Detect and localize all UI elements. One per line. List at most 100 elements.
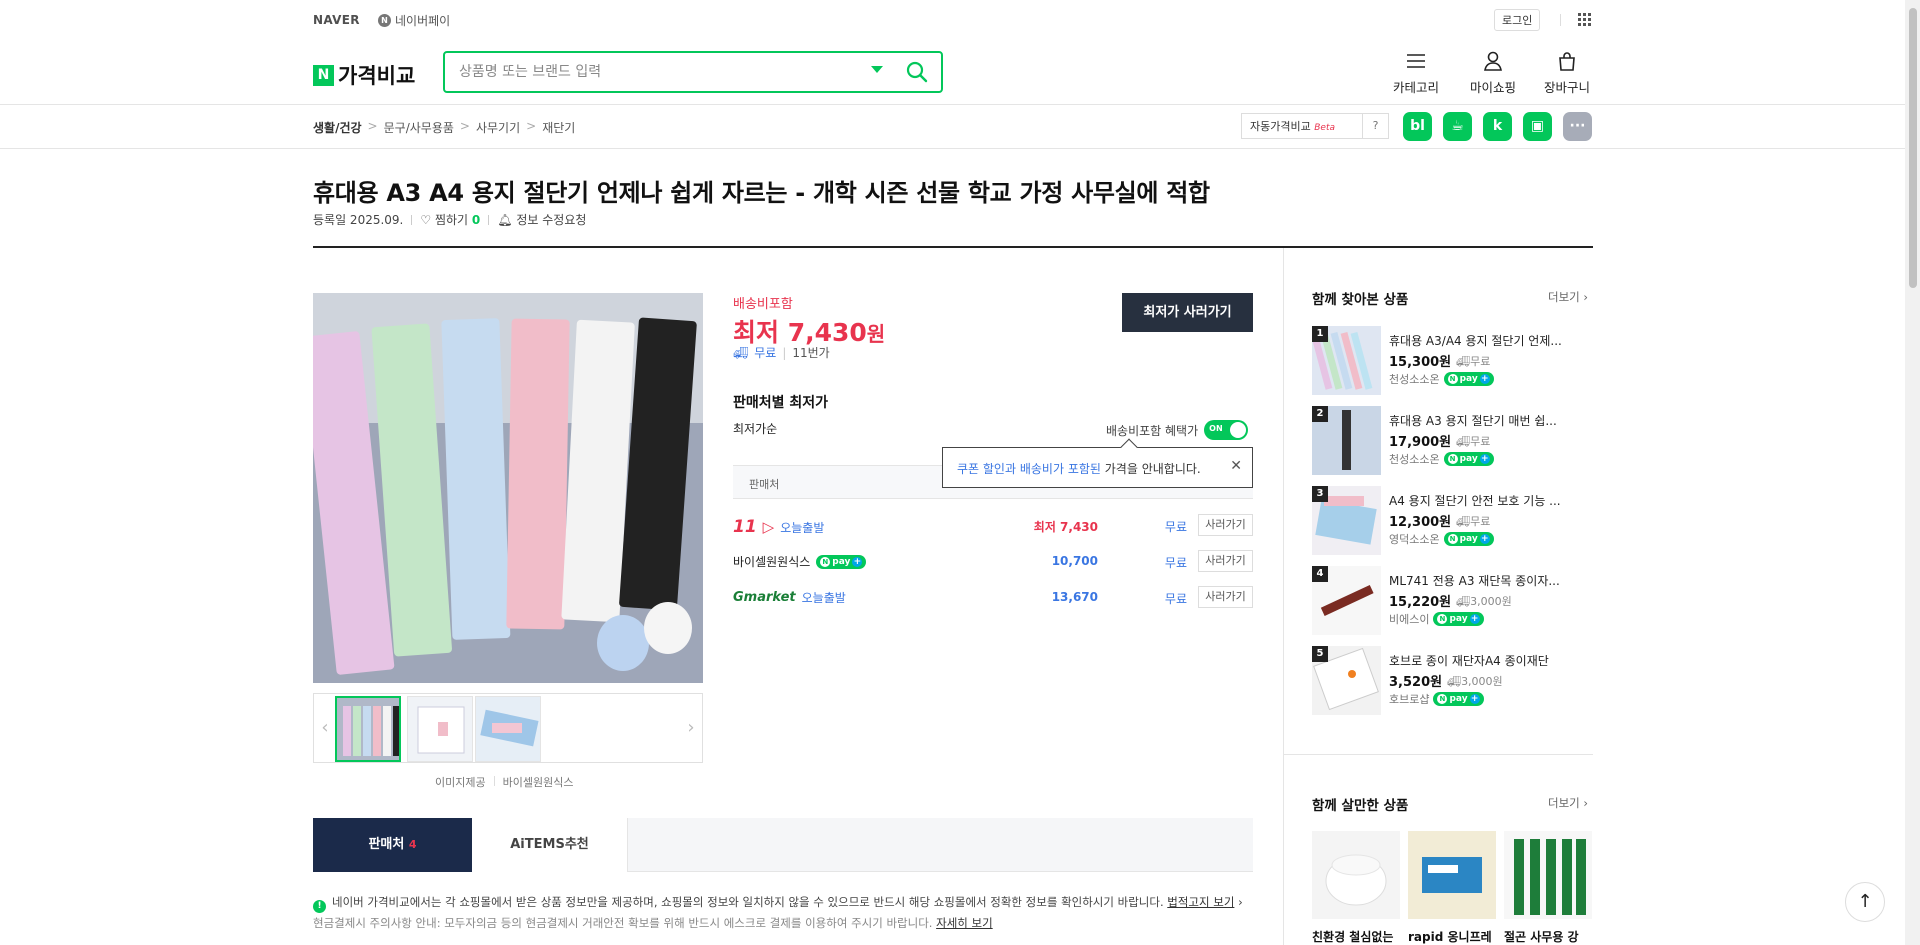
shopping-bag-icon [1559, 52, 1575, 71]
scrollbar[interactable] [1905, 0, 1920, 945]
breadcrumb-separator: > [526, 119, 537, 133]
price-compare-logo[interactable]: N 가격비교 [313, 60, 415, 90]
naverpay-icon: N [378, 14, 391, 27]
product-title: 휴대용 A3 A4 용지 절단기 언제나 쉽게 자르는 - 개학 시즌 선물 학… [313, 179, 1210, 207]
product-main-image[interactable] [313, 293, 703, 683]
related-product[interactable]: 1 휴대용 A3/A4 용지 절단기 언제... 15,300원 🚚︎무료 천성소… [1312, 326, 1602, 396]
naverpay-link[interactable]: N 네이버페이 [378, 12, 450, 29]
benefit-toggle[interactable]: ON [1204, 420, 1249, 440]
more-label: 더보기 [1548, 290, 1580, 304]
buy-button[interactable]: 사러가기 [1198, 514, 1253, 536]
divider [1560, 14, 1561, 26]
thumbnail-2[interactable] [407, 696, 473, 762]
rank-badge: 4 [1312, 566, 1328, 582]
registered-date: 등록일 2025.09. [313, 213, 404, 227]
wish-count: 0 [471, 213, 481, 227]
shipping-value: 3,000원 [1470, 594, 1512, 608]
shipping-info: 🚚︎ 무료 | 11번가 [733, 344, 830, 361]
seller-row[interactable]: 11 ▷ 오늘출발 최저 7,430 무료 사러가기 [733, 508, 1253, 544]
buy-together-product-name[interactable]: 친환경 철심없는 [1312, 928, 1393, 945]
details-link[interactable]: 자세히 보기 [936, 916, 993, 930]
product-meta: 등록일 2025.09. ♡ 찜하기 0 🔔︎ 정보 수정요청 [313, 211, 586, 228]
legal-notice-link[interactable]: 법적고지 보기 [1167, 895, 1234, 909]
menu-icon [1407, 54, 1425, 68]
seller-price: 13,670 [1051, 590, 1098, 604]
divider: | [782, 345, 787, 360]
col-seller: 판매처 [749, 478, 780, 491]
store-name: 비에스이 [1389, 613, 1430, 626]
scroll-top-button[interactable]: ↑ [1845, 882, 1885, 922]
npay-badge: Npay + [816, 554, 867, 569]
tab-sellers[interactable]: 판매처 4 [313, 818, 472, 872]
close-icon[interactable]: ✕ [1230, 458, 1242, 474]
thumbnail-3[interactable] [475, 696, 541, 762]
11st-arrow-icon: ▷ [762, 518, 775, 536]
buy-lowest-button[interactable]: 최저가 사러가기 [1122, 293, 1253, 332]
breadcrumb: 생활/건강 > 문구/사무용품 > 사무기기 > 재단기 [313, 119, 575, 136]
breadcrumb-item[interactable]: 재단기 [542, 119, 575, 136]
store: 천성소소온 Npay + [1389, 451, 1494, 467]
myshopping-button[interactable]: 마이쇼핑 [1470, 50, 1516, 96]
related-product[interactable]: 5 호브로 종이 재단자A4 종이재단 3,520원 🚚︎3,000원 호브로샵 N… [1312, 646, 1602, 716]
breadcrumb-item[interactable]: 문구/사무용품 [384, 119, 454, 136]
thumbnail-1[interactable] [335, 696, 401, 762]
shipping-free: 무료 [754, 346, 777, 360]
store-name: 영덕소소온 [1389, 533, 1440, 546]
related-product[interactable]: 3 A4 용지 절단기 안전 보호 기능 ... 12,300원 🚚︎무료 영덕소… [1312, 486, 1602, 556]
naver-logo[interactable]: NAVER [313, 13, 360, 27]
search-input[interactable] [459, 61, 859, 83]
store: 천성소소온 Npay + [1389, 371, 1494, 387]
breadcrumb-item[interactable]: 사무기기 [476, 119, 520, 136]
share-cafe-icon[interactable]: ☕ [1443, 112, 1472, 141]
tab-sellers-label: 판매처 [368, 837, 405, 852]
buy-together-product-name[interactable]: rapid 옹니프레 [1408, 928, 1492, 945]
next-image-button[interactable]: › [680, 694, 702, 762]
buy-together-product-image[interactable] [1504, 831, 1592, 919]
help-button[interactable]: ? [1362, 114, 1388, 138]
search-icon[interactable] [905, 60, 929, 84]
seller-mall: 바이셀원원식스 Npay + [733, 553, 867, 570]
benefit-label: 배송비포함 혜택가 [1106, 423, 1199, 438]
share-blog-icon[interactable]: bl [1403, 112, 1432, 141]
breadcrumb-item[interactable]: 생활/건강 [313, 119, 362, 136]
related-product[interactable]: 2 휴대용 A3 용지 절단기 매번 쉽... 17,900원 🚚︎무료 천성소소… [1312, 406, 1602, 476]
buy-together-product-name[interactable]: 절곤 사무용 강 [1504, 928, 1579, 945]
share-kakao-icon[interactable]: k [1483, 112, 1512, 141]
search-dropdown-icon[interactable] [871, 66, 883, 73]
buy-together-product-image[interactable] [1408, 831, 1496, 919]
thumbnail-strip: ‹ › [313, 693, 703, 763]
login-button[interactable]: 로그인 [1494, 9, 1541, 31]
bought-more-link[interactable]: 더보기 › [1548, 795, 1588, 811]
related-product[interactable]: 4 ML741 전용 A3 재단목 종이자... 15,220원 🚚︎3,000원… [1312, 566, 1602, 636]
category-button[interactable]: 카테고리 [1393, 50, 1439, 96]
truck-icon: 🚚︎ [1456, 434, 1471, 448]
scrollbar-thumb[interactable] [1909, 8, 1917, 288]
sort-lowest[interactable]: 최저가순 [733, 420, 777, 437]
tab-aitems[interactable]: AiTEMS추천 [472, 818, 628, 872]
product-price: 15,300원 🚚︎무료 [1389, 351, 1490, 371]
buy-button[interactable]: 사러가기 [1198, 586, 1253, 608]
wish-button[interactable]: ♡ 찜하기 0 [420, 211, 480, 228]
npay-badge: Npay + [1443, 372, 1494, 386]
breadcrumb-bar: 생활/건강 > 문구/사무용품 > 사무기기 > 재단기 자동가격비교 Beta… [0, 106, 1920, 149]
truck-icon: 🚚︎ [1456, 594, 1471, 608]
product-price: 3,520원 🚚︎3,000원 [1389, 671, 1503, 691]
notice: ! 네이버 가격비교에서는 각 쇼핑몰에서 받은 상품 정보만을 제공하며, 쇼핑… [313, 892, 1253, 933]
wish-label: 찜하기 [434, 213, 469, 227]
seller-row[interactable]: Gmarket 오늘출발 13,670 무료 사러가기 [733, 580, 1253, 616]
share-band-icon[interactable]: ▣ [1523, 112, 1552, 141]
seller-row[interactable]: 바이셀원원식스 Npay + 10,700 무료 사러가기 [733, 544, 1253, 580]
apps-grid-icon[interactable] [1578, 13, 1591, 26]
buy-together-product-image[interactable] [1312, 831, 1400, 919]
share-more-icon[interactable]: ··· [1563, 112, 1592, 141]
today-ship-label: 오늘출발 [780, 520, 825, 535]
buy-together-heading: 함께 살만한 상품 [1312, 798, 1409, 814]
store: 호브로샵 Npay + [1389, 691, 1484, 707]
viewed-more-link[interactable]: 더보기 › [1548, 289, 1588, 305]
auto-compare-button[interactable]: 자동가격비교 Beta ? [1241, 113, 1389, 139]
report-button[interactable]: 🔔︎ 정보 수정요청 [497, 211, 586, 228]
cart-button[interactable]: 장바구니 [1544, 50, 1590, 96]
notice-text: 네이버 가격비교에서는 각 쇼핑몰에서 받은 상품 정보만을 제공하며, 쇼핑몰… [332, 895, 1164, 909]
buy-button[interactable]: 사러가기 [1198, 550, 1253, 572]
prev-image-button[interactable]: ‹ [314, 694, 336, 762]
